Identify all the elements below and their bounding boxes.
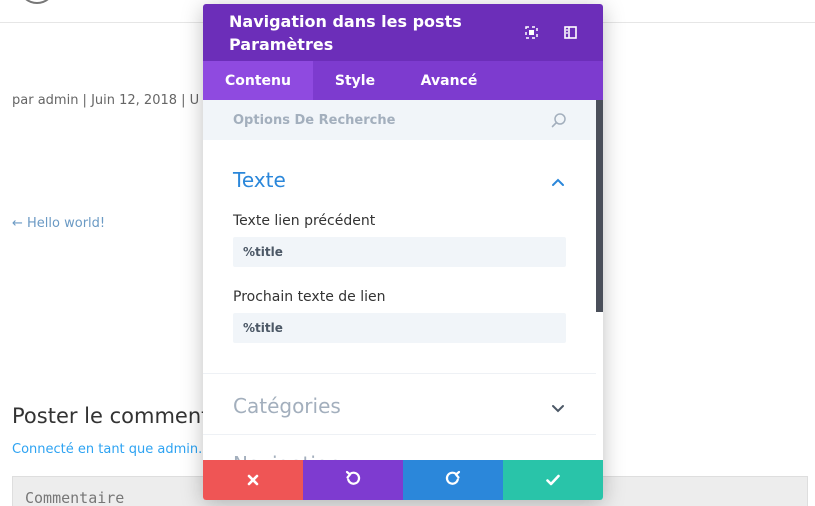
modal-content: Options De Recherche Texte Texte lien pr… — [203, 100, 603, 460]
next-link-text-label: Prochain texte de lien — [233, 289, 386, 305]
post-meta: par admin | Juin 12, 2018 | U — [12, 93, 200, 108]
close-icon — [247, 471, 259, 490]
tab-contenu[interactable]: Contenu — [203, 61, 313, 100]
section-categories-title[interactable]: Catégories — [233, 394, 341, 418]
section-texte-title[interactable]: Texte — [233, 168, 286, 192]
search-icon[interactable] — [551, 112, 567, 132]
redo-icon — [445, 470, 461, 490]
tab-style[interactable]: Style — [313, 61, 397, 100]
chevron-up-icon[interactable] — [551, 174, 565, 188]
settings-modal: Navigation dans les posts Paramètres Con… — [203, 4, 603, 500]
split-view-icon[interactable] — [563, 25, 577, 39]
modal-title: Navigation dans les posts Paramètres — [229, 12, 462, 54]
search-placeholder: Options De Recherche — [233, 113, 396, 128]
undo-icon — [345, 470, 361, 490]
site-logo[interactable] — [20, 0, 54, 4]
save-button[interactable] — [503, 460, 603, 500]
redo-button[interactable] — [403, 460, 503, 500]
previous-link-text-input[interactable] — [233, 237, 566, 267]
modal-tabs: Contenu Style Avancé — [203, 61, 603, 100]
section-divider — [203, 434, 596, 435]
logged-in-link[interactable]: Connecté en tant que admin. — [12, 442, 202, 457]
next-link-text-input[interactable] — [233, 313, 566, 343]
section-navigation-title[interactable]: Navigation — [233, 452, 341, 460]
undo-button[interactable] — [303, 460, 403, 500]
section-divider — [203, 373, 596, 374]
chevron-down-icon[interactable] — [551, 400, 565, 414]
previous-post-link[interactable]: ← Hello world! — [12, 216, 105, 231]
check-icon — [546, 471, 560, 490]
comment-heading: Poster le comment — [12, 404, 210, 428]
comment-placeholder: Commentaire — [25, 489, 125, 506]
search-options-bar[interactable]: Options De Recherche — [203, 100, 596, 140]
discard-button[interactable] — [203, 460, 303, 500]
modal-footer — [203, 460, 603, 500]
previous-link-text-label: Texte lien précédent — [233, 213, 376, 229]
modal-header[interactable]: Navigation dans les posts Paramètres — [203, 4, 603, 61]
content-scrollbar[interactable] — [596, 100, 603, 312]
expand-icon[interactable] — [524, 25, 538, 39]
tab-avance[interactable]: Avancé — [397, 61, 501, 100]
